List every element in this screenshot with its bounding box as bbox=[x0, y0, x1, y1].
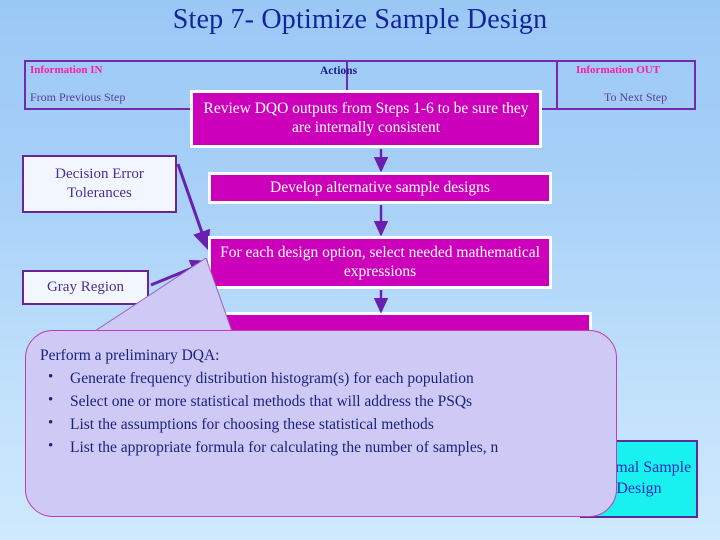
action-box-review-dqo-outputs: Review DQO outputs from Steps 1-6 to be … bbox=[190, 90, 542, 148]
label-information-in: Information IN bbox=[30, 64, 103, 76]
action-box-develop-alt-designs: Develop alternative sample designs bbox=[208, 172, 552, 204]
label-information-out: Information OUT bbox=[576, 64, 661, 76]
label-to-next-step: To Next Step bbox=[604, 90, 668, 104]
list-item: Select one or more statistical methods t… bbox=[40, 390, 604, 413]
callout-bullet-list: Generate frequency distribution histogra… bbox=[40, 367, 604, 459]
callout-content: Perform a preliminary DQA: Generate freq… bbox=[40, 345, 604, 460]
input-box-decision-error-tolerances: Decision Error Tolerances bbox=[22, 155, 177, 213]
callout-bubble-preliminary-dqa: Perform a preliminary DQA: Generate freq… bbox=[25, 330, 617, 517]
label-from-previous-step: From Previous Step bbox=[30, 90, 126, 104]
list-item: Generate frequency distribution histogra… bbox=[40, 367, 604, 390]
page-title: Step 7- Optimize Sample Design bbox=[172, 4, 548, 35]
list-item: List the appropriate formula for calcula… bbox=[40, 436, 604, 459]
arrow-tolerances-to-act3 bbox=[176, 163, 211, 251]
list-item: List the assumptions for choosing these … bbox=[40, 413, 604, 436]
label-actions: Actions bbox=[320, 65, 358, 77]
slide-canvas: Step 7- Optimize Sample Design Informati… bbox=[0, 0, 720, 540]
callout-heading: Perform a preliminary DQA: bbox=[40, 347, 220, 364]
